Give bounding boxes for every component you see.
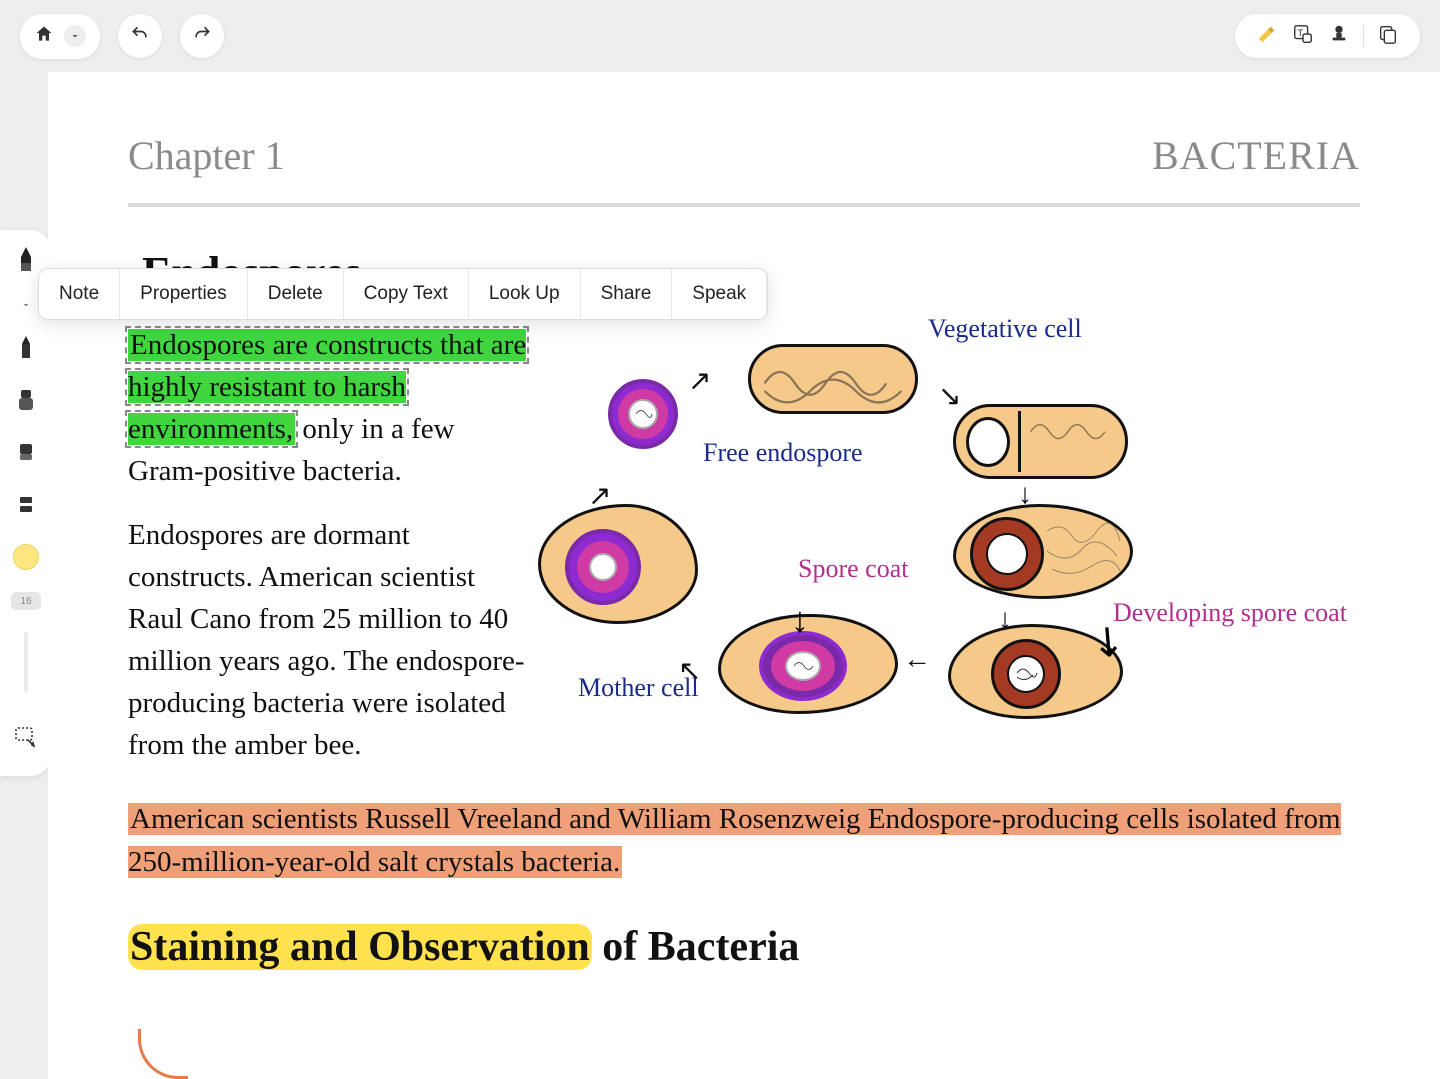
undo-button[interactable]: [118, 14, 162, 58]
chapter-label: Chapter 1: [128, 132, 285, 179]
heading-staining: Staining and Observation of Bacteria: [128, 923, 1360, 971]
label-free-endospore: Free endospore: [703, 439, 863, 468]
pencil-tool[interactable]: [11, 336, 41, 366]
chevron-down-icon: [64, 25, 86, 47]
stroke-size-chip[interactable]: 16: [11, 592, 41, 610]
endospore-diagram: Vegetative cell Free endospore Spore coa…: [548, 324, 1360, 788]
toolbar-right-group: T: [1235, 14, 1420, 58]
menu-speak[interactable]: Speak: [672, 269, 767, 319]
label-developing-spore-coat: Developing spore coat: [1113, 599, 1347, 628]
menu-share[interactable]: Share: [581, 269, 673, 319]
lasso-select-tool[interactable]: [11, 724, 41, 754]
label-spore-coat: Spore coat: [798, 554, 908, 584]
lasso-select-icon: [14, 726, 38, 753]
page-header: Chapter 1 BACTERIA: [128, 132, 1360, 207]
chevron-down-icon: [20, 298, 32, 316]
pen-icon: [16, 247, 36, 280]
marker-tool[interactable]: [11, 388, 41, 418]
top-toolbar: T: [0, 0, 1440, 72]
free-endospore-shape: [608, 379, 678, 449]
menu-look-up[interactable]: Look Up: [469, 269, 581, 319]
highlighter-icon: [1256, 23, 1278, 50]
redo-button[interactable]: [180, 14, 224, 58]
home-icon: [34, 24, 54, 49]
handdrawn-bracket: [138, 1029, 188, 1079]
highlighted-heading-yellow: Staining and Observation: [128, 924, 592, 970]
pages-icon: [1377, 23, 1399, 50]
home-dropdown-button[interactable]: [20, 14, 100, 59]
dividing-cell-shape: [953, 404, 1128, 479]
pages-tool[interactable]: [1370, 22, 1406, 50]
stamp-tool[interactable]: [1321, 22, 1357, 50]
pen-size-dropdown[interactable]: [11, 300, 41, 314]
eraser-icon: [17, 442, 35, 469]
heading-rest: of Bacteria: [592, 924, 800, 970]
toolbar-divider: [1363, 25, 1364, 47]
eraser-tool[interactable]: [11, 440, 41, 470]
developing-spore-shape: [953, 504, 1133, 599]
mother-cell-shape: ↓: [718, 614, 898, 714]
document-page: Chapter 1 BACTERIA Endospores Endospores…: [48, 72, 1440, 1079]
text-tool[interactable]: T: [1285, 22, 1321, 50]
arrow-icon: ↘: [938, 379, 961, 413]
text-column: Endospores are constructs that are highl…: [128, 324, 528, 788]
pencil-icon: [17, 336, 35, 367]
chapter-topic: BACTERIA: [1152, 132, 1360, 179]
ruler-icon: [17, 495, 35, 520]
menu-delete[interactable]: Delete: [248, 269, 344, 319]
menu-properties[interactable]: Properties: [120, 269, 248, 319]
label-vegetative-cell: Vegetative cell: [928, 314, 1082, 344]
stroke-size-slider[interactable]: [24, 632, 28, 692]
vegetative-cell-shape: [748, 344, 918, 414]
text-tool-icon: T: [1292, 23, 1314, 50]
toolbar-left-group: [20, 14, 224, 59]
menu-note[interactable]: Note: [39, 269, 120, 319]
paragraph-3[interactable]: American scientists Russell Vreeland and…: [128, 798, 1360, 882]
shape-tool[interactable]: [11, 492, 41, 522]
paragraph-2[interactable]: Endospores are dormant constructs. Ameri…: [128, 514, 528, 766]
content-row: Endospores are constructs that are highl…: [128, 324, 1360, 788]
marker-icon: [17, 390, 35, 417]
highlighter-tool[interactable]: [1249, 22, 1285, 50]
selection-context-menu: Note Properties Delete Copy Text Look Up…: [38, 268, 768, 320]
arrow-icon: ↗: [688, 364, 711, 398]
stamp-icon: [1328, 23, 1350, 50]
released-spore-host: [538, 504, 698, 624]
highlighted-text-orange[interactable]: American scientists Russell Vreeland and…: [128, 803, 1341, 877]
menu-copy-text[interactable]: Copy Text: [344, 269, 469, 319]
undo-icon: [130, 24, 150, 49]
paragraph-1[interactable]: Endospores are constructs that are highl…: [128, 324, 528, 492]
spore-coat-blob-right: ↘: [948, 624, 1123, 719]
pen-tool[interactable]: [11, 248, 41, 278]
redo-icon: [192, 24, 212, 49]
arrow-icon: ↖: [678, 654, 701, 688]
arrow-icon: ←: [903, 644, 931, 676]
color-swatch[interactable]: [13, 544, 39, 570]
